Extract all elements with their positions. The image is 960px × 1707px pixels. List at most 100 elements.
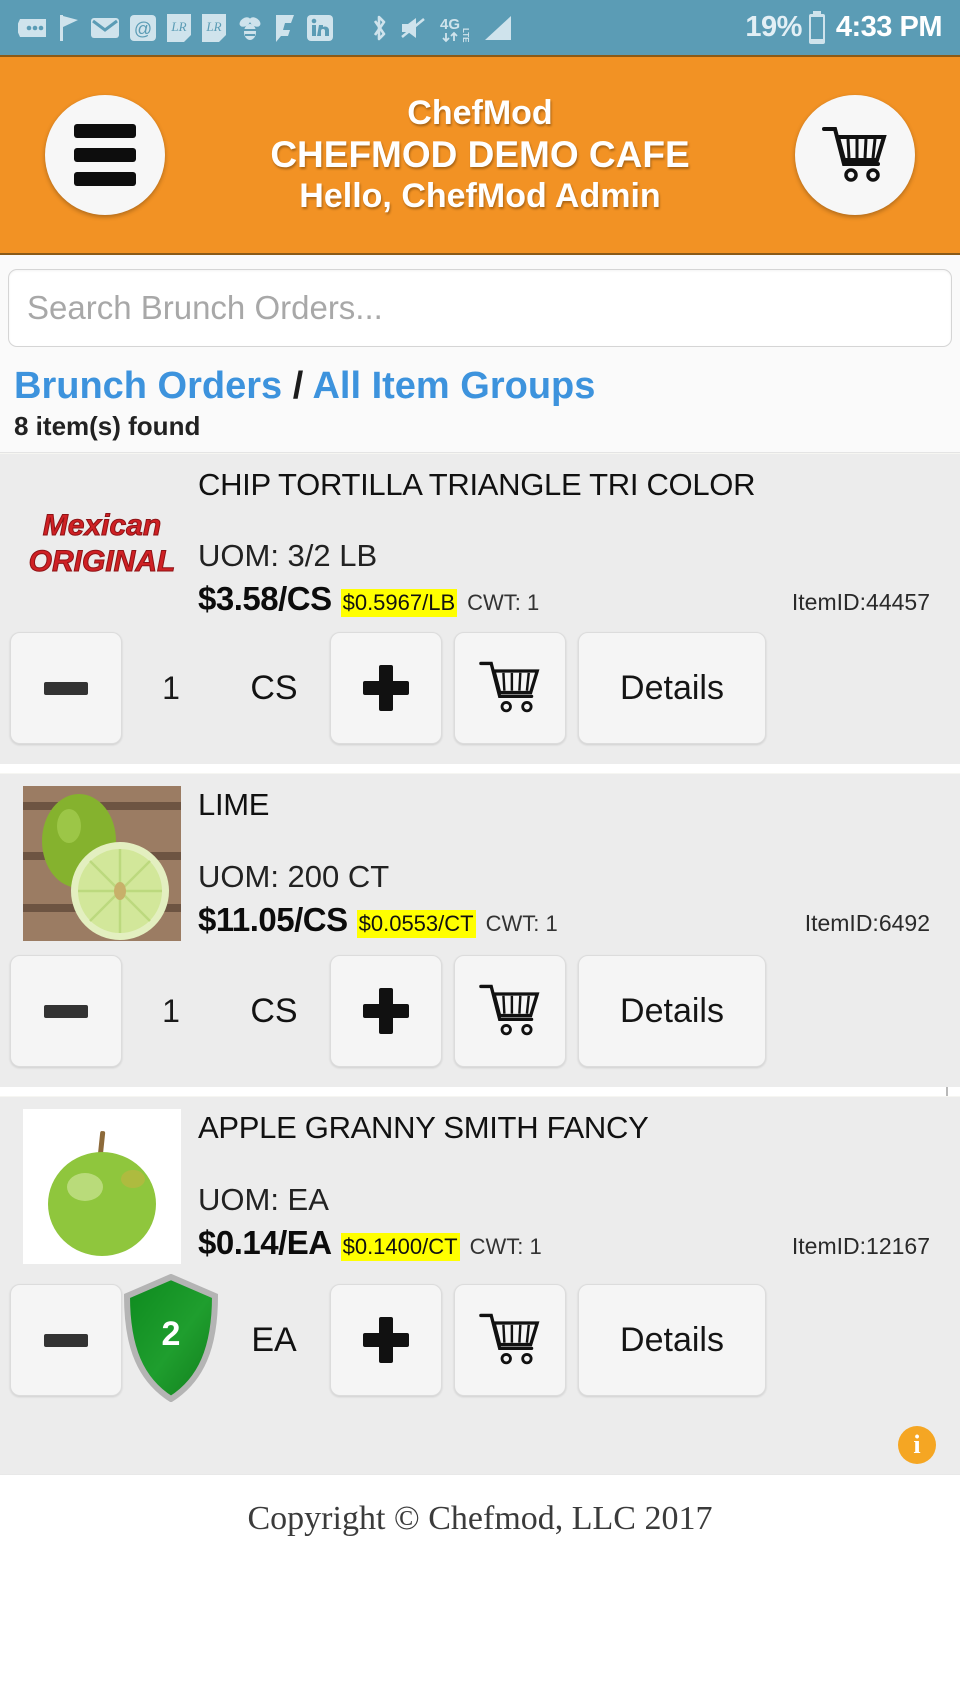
add-to-cart-button[interactable]: [454, 1284, 566, 1397]
app-header: ChefMod CHEFMOD DEMO CAFE Hello, ChefMod…: [0, 55, 960, 255]
decrease-quantity-button[interactable]: [10, 632, 122, 745]
product-unit-price: $0.5967/LB: [340, 589, 458, 618]
product-item-id: ItemID:44457: [791, 589, 930, 616]
quantity-value[interactable]: 1: [123, 670, 219, 707]
product-cwt: CWT: 1: [467, 590, 540, 616]
quantity-display: 1 CS: [122, 669, 330, 708]
quantity-controls: 1 CS Details: [0, 941, 960, 1077]
minus-icon: [44, 1004, 88, 1018]
product-info: LIME UOM: 200 CT $11.05/CS $0.0553/CT CW…: [182, 774, 960, 941]
messages-icon: [18, 11, 48, 45]
app-name: ChefMod: [407, 93, 553, 132]
product-card: LIME UOM: 200 CT $11.05/CS $0.0553/CT CW…: [0, 773, 960, 1088]
breadcrumb-current-link[interactable]: All Item Groups: [312, 365, 595, 407]
product-item-id: ItemID:12167: [791, 1232, 930, 1259]
note-lr-icon-2: LR: [201, 11, 227, 45]
header-title-block: ChefMod CHEFMOD DEMO CAFE Hello, ChefMod…: [105, 94, 854, 217]
product-summary: Mexican ORIGINAL CHIP TORTILLA TRIANGLE …: [0, 454, 960, 618]
product-unit-price: $0.1400/CT: [340, 1232, 460, 1261]
green-apple-photo-icon: [23, 1109, 181, 1265]
product-name: LIME: [198, 787, 270, 823]
product-uom: UOM: 3/2 LB: [198, 538, 378, 574]
minus-icon: [44, 681, 88, 695]
product-thumbnail[interactable]: [22, 1109, 182, 1265]
quantity-value: 2: [161, 1314, 181, 1353]
product-info: CHIP TORTILLA TRIANGLE TRI COLOR UOM: 3/…: [182, 454, 960, 618]
plus-icon: [363, 988, 409, 1035]
mexican-original-logo-icon: Mexican ORIGINAL: [28, 509, 176, 579]
quantity-shield-badge[interactable]: 2: [123, 1274, 219, 1403]
quantity-unit: CS: [250, 991, 298, 1030]
user-greeting: Hello, ChefMod Admin: [299, 176, 661, 215]
bluetooth-icon: [368, 11, 390, 45]
plus-icon: [363, 1317, 409, 1364]
note-lr-icon: LR: [166, 11, 192, 45]
product-info: APPLE GRANNY SMITH FANCY UOM: EA $0.14/E…: [182, 1097, 960, 1264]
product-name: CHIP TORTILLA TRIANGLE TRI COLOR: [198, 467, 756, 503]
decrease-quantity-button[interactable]: [10, 955, 122, 1068]
search-input[interactable]: [8, 269, 952, 347]
product-uom: UOM: 200 CT: [198, 858, 390, 894]
increase-quantity-button[interactable]: [330, 955, 442, 1068]
svg-text:LR: LR: [170, 19, 186, 34]
at-mention-icon: @: [129, 11, 157, 45]
minus-icon: [44, 1333, 88, 1347]
product-cwt: CWT: 1: [485, 910, 558, 936]
details-button[interactable]: Details: [578, 632, 766, 745]
info-icon[interactable]: i: [898, 1426, 936, 1465]
product-card: APPLE GRANNY SMITH FANCY UOM: EA $0.14/E…: [0, 1096, 960, 1423]
product-price-row: $11.05/CS $0.0553/CT CWT: 1 ItemID:6492: [198, 901, 946, 939]
shopping-cart-icon: [479, 1310, 541, 1371]
cart-button[interactable]: [795, 95, 915, 215]
quantity-value[interactable]: 1: [123, 993, 219, 1030]
product-uom: UOM: EA: [198, 1181, 329, 1217]
clock-label: 4:33 PM: [835, 11, 943, 43]
quantity-display: 2 EA: [122, 1274, 330, 1403]
details-button[interactable]: Details: [578, 955, 766, 1068]
network-type-icon: 4G LTE: [438, 11, 474, 45]
plus-icon: [363, 665, 409, 712]
add-to-cart-button[interactable]: [454, 955, 566, 1068]
breadcrumb: Brunch Orders / All Item Groups: [14, 363, 946, 409]
hamburger-menu-icon: [74, 124, 136, 186]
page-footer: Copyright © Chefmod, LLC 2017: [0, 1474, 960, 1563]
product-thumbnail[interactable]: Mexican ORIGINAL: [22, 466, 182, 618]
product-item-id: ItemID:6492: [804, 909, 930, 936]
menu-button[interactable]: [45, 95, 165, 215]
increase-quantity-button[interactable]: [330, 632, 442, 745]
flag-icon: [57, 11, 81, 45]
breadcrumb-separator: /: [292, 365, 304, 407]
volume-mute-icon: [399, 11, 429, 45]
product-list: Mexican ORIGINAL CHIP TORTILLA TRIANGLE …: [0, 453, 960, 1423]
product-price: $3.58/CS: [198, 580, 332, 618]
product-cwt: CWT: 1: [469, 1233, 542, 1259]
linkedin-icon: [306, 11, 334, 45]
product-card: Mexican ORIGINAL CHIP TORTILLA TRIANGLE …: [0, 453, 960, 1325]
breadcrumb-section: Brunch Orders / All Item Groups 8 item(s…: [0, 359, 960, 454]
quantity-controls: 2 EA Details: [0, 1264, 960, 1412]
increase-quantity-button[interactable]: [330, 1284, 442, 1397]
details-button[interactable]: Details: [578, 1284, 766, 1397]
product-summary: APPLE GRANNY SMITH FANCY UOM: EA $0.14/E…: [0, 1097, 960, 1265]
breadcrumb-parent-link[interactable]: Brunch Orders: [14, 365, 282, 407]
product-unit-price: $0.0553/CT: [356, 909, 476, 938]
status-bar-right-group: 19% 4:33 PM: [745, 10, 943, 45]
quantity-display: 1 CS: [122, 992, 330, 1031]
add-to-cart-button[interactable]: [454, 632, 566, 745]
product-price: $11.05/CS: [198, 900, 348, 938]
info-badge-row: i: [0, 1422, 960, 1475]
quantity-controls: 1 CS Details: [0, 618, 960, 754]
shopping-cart-icon: [479, 658, 541, 719]
system-status-bar: @ LR LR 4G LTE 19% 4:33 PM: [0, 0, 960, 55]
svg-text:4G: 4G: [440, 16, 460, 33]
product-name: APPLE GRANNY SMITH FANCY: [198, 1110, 649, 1146]
bee-icon: [236, 11, 264, 45]
svg-text:ORIGINAL: ORIGINAL: [29, 545, 176, 578]
svg-text:LR: LR: [205, 19, 221, 34]
signal-bars-icon: [483, 11, 515, 45]
product-price-row: $3.58/CS $0.5967/LB CWT: 1 ItemID:44457: [198, 580, 946, 618]
decrease-quantity-button[interactable]: [10, 1284, 122, 1397]
product-thumbnail[interactable]: [22, 786, 182, 942]
svg-text:Mexican: Mexican: [43, 509, 161, 542]
product-price-row: $0.14/EA $0.1400/CT CWT: 1 ItemID:12167: [198, 1224, 946, 1262]
